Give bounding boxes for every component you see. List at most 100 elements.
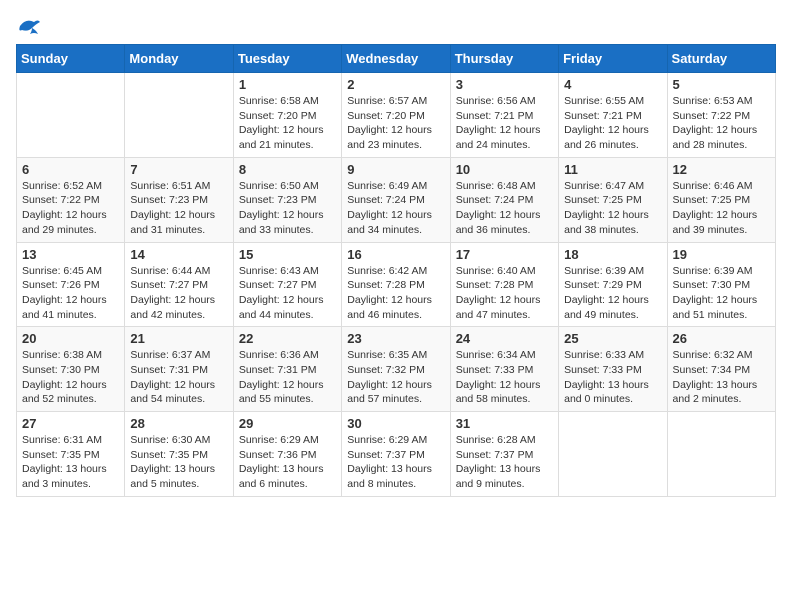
calendar-cell: 22 Sunrise: 6:36 AM Sunset: 7:31 PM Dayli…: [233, 327, 341, 412]
calendar-cell: 30 Sunrise: 6:29 AM Sunset: 7:37 PM Dayli…: [342, 412, 450, 497]
calendar-cell: 4Sunrise: 6:55 AM Sunset: 7:21 PM Daylig…: [559, 73, 667, 158]
day-info: Sunrise: 6:29 AM Sunset: 7:37 PM Dayligh…: [347, 433, 444, 492]
day-number: 14: [130, 247, 227, 262]
weekday-header-friday: Friday: [559, 45, 667, 73]
day-info: Sunrise: 6:49 AM Sunset: 7:24 PM Dayligh…: [347, 179, 444, 238]
day-number: 28: [130, 416, 227, 431]
day-number: 5: [673, 77, 770, 92]
day-number: 2: [347, 77, 444, 92]
weekday-header-row: SundayMondayTuesdayWednesdayThursdayFrid…: [17, 45, 776, 73]
day-info: Sunrise: 6:39 AM Sunset: 7:30 PM Dayligh…: [673, 264, 770, 323]
day-info: Sunrise: 6:44 AM Sunset: 7:27 PM Dayligh…: [130, 264, 227, 323]
day-info: Sunrise: 6:33 AM Sunset: 7:33 PM Dayligh…: [564, 348, 661, 407]
calendar-cell: 19 Sunrise: 6:39 AM Sunset: 7:30 PM Dayli…: [667, 242, 775, 327]
day-number: 18: [564, 247, 661, 262]
day-number: 1: [239, 77, 336, 92]
calendar-cell: 7 Sunrise: 6:51 AM Sunset: 7:23 PM Daylig…: [125, 157, 233, 242]
calendar-cell: 26 Sunrise: 6:32 AM Sunset: 7:34 PM Dayli…: [667, 327, 775, 412]
weekday-header-monday: Monday: [125, 45, 233, 73]
calendar-cell: 2 Sunrise: 6:57 AM Sunset: 7:20 PM Daylig…: [342, 73, 450, 158]
calendar-cell: 28 Sunrise: 6:30 AM Sunset: 7:35 PM Dayli…: [125, 412, 233, 497]
calendar-cell: 31 Sunrise: 6:28 AM Sunset: 7:37 PM Dayli…: [450, 412, 558, 497]
day-number: 10: [456, 162, 553, 177]
calendar-week-row: 6 Sunrise: 6:52 AM Sunset: 7:22 PM Daylig…: [17, 157, 776, 242]
day-info: Sunrise: 6:28 AM Sunset: 7:37 PM Dayligh…: [456, 433, 553, 492]
logo: [16, 16, 42, 36]
day-info: Sunrise: 6:29 AM Sunset: 7:36 PM Dayligh…: [239, 433, 336, 492]
calendar-week-row: 1 Sunrise: 6:58 AM Sunset: 7:20 PM Daylig…: [17, 73, 776, 158]
weekday-header-wednesday: Wednesday: [342, 45, 450, 73]
day-number: 30: [347, 416, 444, 431]
calendar-cell: [17, 73, 125, 158]
day-number: 8: [239, 162, 336, 177]
day-number: 23: [347, 331, 444, 346]
calendar-cell: 6 Sunrise: 6:52 AM Sunset: 7:22 PM Daylig…: [17, 157, 125, 242]
day-info: Sunrise: 6:36 AM Sunset: 7:31 PM Dayligh…: [239, 348, 336, 407]
day-info: Sunrise: 6:40 AM Sunset: 7:28 PM Dayligh…: [456, 264, 553, 323]
weekday-header-saturday: Saturday: [667, 45, 775, 73]
day-number: 19: [673, 247, 770, 262]
day-number: 6: [22, 162, 119, 177]
calendar-cell: 18 Sunrise: 6:39 AM Sunset: 7:29 PM Dayli…: [559, 242, 667, 327]
day-info: Sunrise: 6:52 AM Sunset: 7:22 PM Dayligh…: [22, 179, 119, 238]
calendar-cell: 25 Sunrise: 6:33 AM Sunset: 7:33 PM Dayli…: [559, 327, 667, 412]
day-number: 25: [564, 331, 661, 346]
day-info: Sunrise: 6:56 AM Sunset: 7:21 PM Dayligh…: [456, 94, 553, 153]
day-info: Sunrise: 6:42 AM Sunset: 7:28 PM Dayligh…: [347, 264, 444, 323]
day-number: 9: [347, 162, 444, 177]
day-number: 4: [564, 77, 661, 92]
calendar-cell: 13 Sunrise: 6:45 AM Sunset: 7:26 PM Dayli…: [17, 242, 125, 327]
calendar-cell: 14 Sunrise: 6:44 AM Sunset: 7:27 PM Dayli…: [125, 242, 233, 327]
calendar-cell: 29 Sunrise: 6:29 AM Sunset: 7:36 PM Dayli…: [233, 412, 341, 497]
weekday-header-tuesday: Tuesday: [233, 45, 341, 73]
day-number: 27: [22, 416, 119, 431]
calendar-cell: 8Sunrise: 6:50 AM Sunset: 7:23 PM Daylig…: [233, 157, 341, 242]
day-number: 26: [673, 331, 770, 346]
day-number: 21: [130, 331, 227, 346]
calendar-cell: 12Sunrise: 6:46 AM Sunset: 7:25 PM Dayli…: [667, 157, 775, 242]
day-info: Sunrise: 6:58 AM Sunset: 7:20 PM Dayligh…: [239, 94, 336, 153]
calendar-cell: 15Sunrise: 6:43 AM Sunset: 7:27 PM Dayli…: [233, 242, 341, 327]
day-info: Sunrise: 6:48 AM Sunset: 7:24 PM Dayligh…: [456, 179, 553, 238]
day-info: Sunrise: 6:46 AM Sunset: 7:25 PM Dayligh…: [673, 179, 770, 238]
calendar-week-row: 27 Sunrise: 6:31 AM Sunset: 7:35 PM Dayli…: [17, 412, 776, 497]
day-info: Sunrise: 6:45 AM Sunset: 7:26 PM Dayligh…: [22, 264, 119, 323]
day-info: Sunrise: 6:51 AM Sunset: 7:23 PM Dayligh…: [130, 179, 227, 238]
calendar-cell: 10 Sunrise: 6:48 AM Sunset: 7:24 PM Dayli…: [450, 157, 558, 242]
calendar-cell: 3 Sunrise: 6:56 AM Sunset: 7:21 PM Daylig…: [450, 73, 558, 158]
day-info: Sunrise: 6:31 AM Sunset: 7:35 PM Dayligh…: [22, 433, 119, 492]
day-number: 22: [239, 331, 336, 346]
day-number: 16: [347, 247, 444, 262]
day-info: Sunrise: 6:32 AM Sunset: 7:34 PM Dayligh…: [673, 348, 770, 407]
logo-bird-icon: [18, 16, 42, 36]
day-number: 29: [239, 416, 336, 431]
calendar-cell: 27 Sunrise: 6:31 AM Sunset: 7:35 PM Dayli…: [17, 412, 125, 497]
calendar-cell: 9 Sunrise: 6:49 AM Sunset: 7:24 PM Daylig…: [342, 157, 450, 242]
day-info: Sunrise: 6:37 AM Sunset: 7:31 PM Dayligh…: [130, 348, 227, 407]
calendar-cell: 20Sunrise: 6:38 AM Sunset: 7:30 PM Dayli…: [17, 327, 125, 412]
calendar-week-row: 20Sunrise: 6:38 AM Sunset: 7:30 PM Dayli…: [17, 327, 776, 412]
day-number: 7: [130, 162, 227, 177]
calendar-cell: [559, 412, 667, 497]
day-number: 17: [456, 247, 553, 262]
day-number: 24: [456, 331, 553, 346]
day-number: 3: [456, 77, 553, 92]
day-number: 13: [22, 247, 119, 262]
calendar-cell: 17 Sunrise: 6:40 AM Sunset: 7:28 PM Dayli…: [450, 242, 558, 327]
day-info: Sunrise: 6:30 AM Sunset: 7:35 PM Dayligh…: [130, 433, 227, 492]
calendar-cell: 11Sunrise: 6:47 AM Sunset: 7:25 PM Dayli…: [559, 157, 667, 242]
day-info: Sunrise: 6:53 AM Sunset: 7:22 PM Dayligh…: [673, 94, 770, 153]
day-number: 31: [456, 416, 553, 431]
day-info: Sunrise: 6:38 AM Sunset: 7:30 PM Dayligh…: [22, 348, 119, 407]
calendar-cell: 21 Sunrise: 6:37 AM Sunset: 7:31 PM Dayli…: [125, 327, 233, 412]
calendar-cell: [667, 412, 775, 497]
day-info: Sunrise: 6:57 AM Sunset: 7:20 PM Dayligh…: [347, 94, 444, 153]
calendar-cell: 24Sunrise: 6:34 AM Sunset: 7:33 PM Dayli…: [450, 327, 558, 412]
calendar-cell: 16 Sunrise: 6:42 AM Sunset: 7:28 PM Dayli…: [342, 242, 450, 327]
day-info: Sunrise: 6:39 AM Sunset: 7:29 PM Dayligh…: [564, 264, 661, 323]
calendar-table: SundayMondayTuesdayWednesdayThursdayFrid…: [16, 44, 776, 497]
day-info: Sunrise: 6:43 AM Sunset: 7:27 PM Dayligh…: [239, 264, 336, 323]
calendar-week-row: 13 Sunrise: 6:45 AM Sunset: 7:26 PM Dayli…: [17, 242, 776, 327]
calendar-cell: 1 Sunrise: 6:58 AM Sunset: 7:20 PM Daylig…: [233, 73, 341, 158]
weekday-header-sunday: Sunday: [17, 45, 125, 73]
